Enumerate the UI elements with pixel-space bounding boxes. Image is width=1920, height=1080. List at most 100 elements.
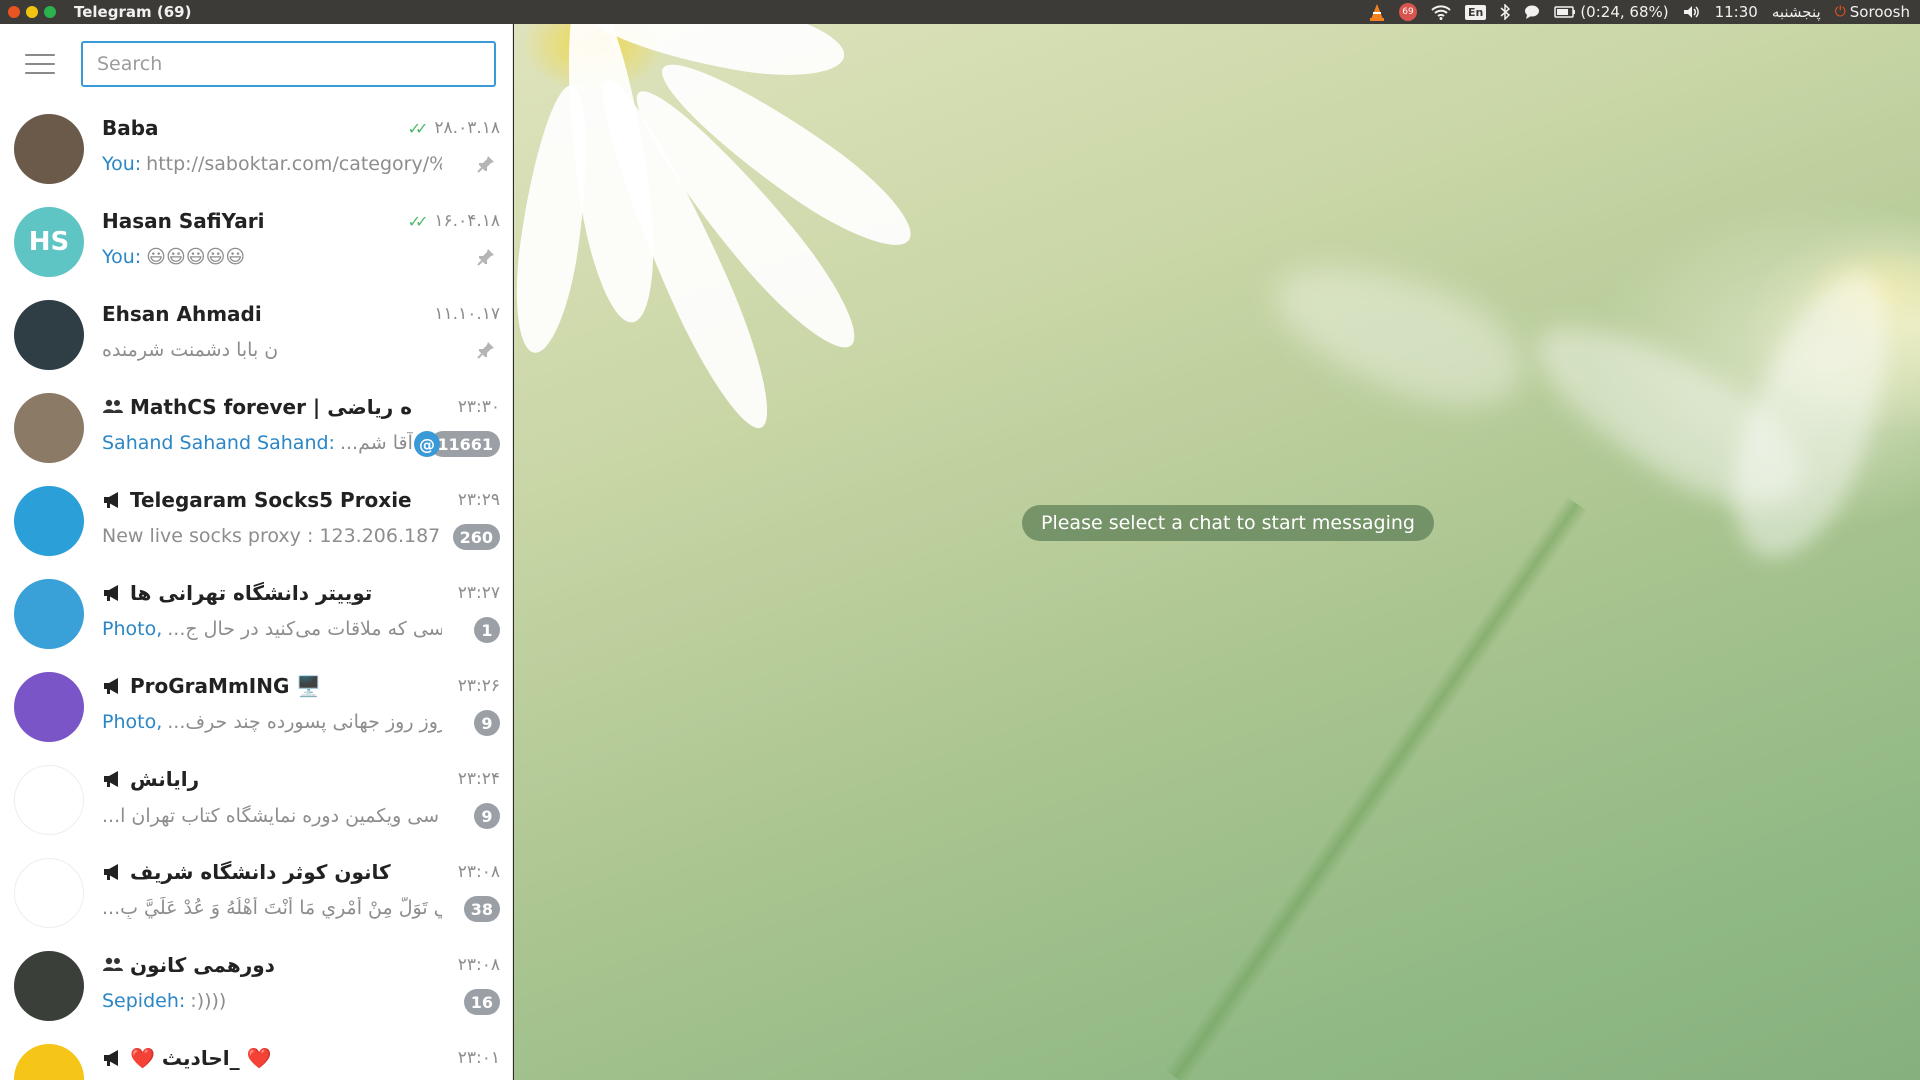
chat-timestamp: ۲۳:۰۸ — [457, 955, 500, 975]
chat-title: توییتر دانشگاه تهرانی ها — [102, 581, 372, 605]
chat-list-item[interactable]: توییتر دانشگاه تهرانی ها ۲۳:۲۷ Photo,هرکسی… — [0, 569, 512, 662]
mention-badge: @ — [414, 431, 440, 457]
avatar[interactable] — [14, 1044, 84, 1080]
chat-list-item[interactable]: Baba ✓✓ ۲۸.۰۳.۱۸ You: http://saboktar.com/ca… — [0, 104, 512, 197]
chat-last-message: ن بابا دشمنت شرمنده — [102, 339, 278, 361]
chat-name: Ehsan Ahmadi — [102, 302, 262, 326]
chat-list-item[interactable]: MathCS forever | دانشکده ریاضی... ۲۳:۳۰ Sa… — [0, 383, 512, 476]
chat-list-item[interactable]: ProGraMmING 🖥️ ۲۳:۲۶ Photo, امروز روز جهانی… — [0, 662, 512, 755]
unread-count-badge: 11661 — [430, 431, 500, 457]
chat-title: ProGraMmING 🖥️ — [102, 674, 321, 698]
chat-time: ✓✓ ۲۸.۰۳.۱۸ — [408, 118, 500, 138]
message-sender: Photo, — [102, 711, 163, 733]
chat-list-item[interactable]: دورهمی کانون ۲۳:۰۸Sepideh::)))) 16 — [0, 941, 512, 1034]
chat-area-background: Please select a chat to start messaging — [514, 24, 1920, 1080]
flower-decoration — [1258, 237, 1540, 431]
telegram-tray-badge[interactable]: 69 — [1398, 3, 1417, 21]
message-preview: New live socks proxy : 123.206.187.2... — [102, 525, 442, 547]
chat-time: ۲۳:۳۰ — [458, 397, 500, 417]
message-sender: You: — [102, 153, 142, 175]
chat-last-message: Sepideh::)))) — [102, 990, 226, 1012]
chat-timestamp: ۲۳:۲۹ — [457, 490, 500, 510]
close-window-button[interactable] — [8, 6, 20, 18]
vlc-icon[interactable] — [1369, 3, 1385, 21]
group-icon — [102, 956, 124, 974]
chat-time: ۲۳:۰۸ — [458, 862, 500, 882]
chat-timestamp: ۲۳:۲۷ — [457, 583, 500, 603]
chat-title: دورهمی کانون — [102, 953, 275, 977]
maximize-window-button[interactable] — [44, 6, 56, 18]
chat-list-item[interactable]: کانون کوثر دانشگاه شریف ۲۳:۰۸ إلَهِي تَوَل… — [0, 848, 512, 941]
avatar[interactable] — [14, 393, 84, 463]
chat-last-message: Sahand Sahand Sahand: آقا شم... — [102, 432, 413, 454]
group-icon — [102, 398, 124, 416]
unread-count-badge: 16 — [463, 989, 500, 1015]
chat-title: کانون کوثر دانشگاه شریف — [102, 860, 391, 884]
chat-timestamp: ۱۶.۰۴.۱۸ — [434, 211, 500, 231]
bluetooth-icon[interactable] — [1500, 3, 1511, 21]
chat-list-item[interactable]: Telegaram Socks5 Proxies ۲۳:۲۹ New live so… — [0, 476, 512, 569]
message-preview: امروز روز جهانی پسورده چند حرف... — [167, 711, 442, 733]
minimize-window-button[interactable] — [26, 6, 38, 18]
chat-title: Baba — [102, 116, 159, 140]
window-title: Telegram (69) — [74, 3, 192, 21]
avatar[interactable] — [14, 951, 84, 1021]
chat-time: ۲۳:۰۸ — [458, 955, 500, 975]
chat-time: ۲۳:۲۹ — [458, 490, 500, 510]
chat-name: دورهمی کانون — [130, 953, 275, 977]
chat-list-item[interactable]: HS Hasan SafiYari ✓✓ ۱۶.۰۴.۱۸ You: 😃😃😃😃😃 — [0, 197, 512, 290]
volume-icon[interactable] — [1683, 3, 1701, 21]
chat-timestamp: ۲۳:۰۱ — [457, 1048, 500, 1068]
battery-icon[interactable] — [1554, 3, 1576, 21]
avatar-initials: HS — [28, 227, 70, 257]
message-preview: هرکسی که ملاقات می‌کنید در حال ج... — [167, 618, 442, 640]
pin-icon — [476, 340, 496, 360]
avatar[interactable] — [14, 579, 84, 649]
avatar[interactable]: HS — [14, 207, 84, 277]
channel-icon — [102, 1049, 124, 1067]
chat-timestamp: ۲۳:۲۶ — [457, 676, 500, 696]
empty-chat-message: Please select a chat to start messaging — [1022, 505, 1434, 541]
message-sender: Sepideh: — [102, 990, 186, 1012]
flower-stem — [1164, 496, 1588, 1080]
hamburger-menu-icon[interactable] — [25, 54, 55, 74]
chat-list-item[interactable]: Ehsan Ahmadi ۱۱.۱۰.۱۷ ن بابا دشمنت شرمنده — [0, 290, 512, 383]
search-input[interactable] — [81, 41, 496, 87]
avatar[interactable] — [14, 114, 84, 184]
chat-name: Hasan SafiYari — [102, 209, 265, 233]
channel-icon — [102, 584, 124, 602]
avatar[interactable] — [14, 765, 84, 835]
clock[interactable]: 11:30 — [1715, 3, 1758, 21]
avatar[interactable] — [14, 858, 84, 928]
chat-time: ۲۳:۲۷ — [458, 583, 500, 603]
messaging-icon[interactable] — [1524, 3, 1540, 21]
message-preview: إلَهِي تَوَلَّ مِنْ أَمْرِي مَا أَنْتَ أ… — [102, 897, 442, 919]
chat-last-message: 📚 سی ویکمین دوره نمایشگاه کتاب تهران ا..… — [102, 804, 442, 827]
message-preview: آقا شم... — [339, 432, 413, 454]
session-menu[interactable]: ⏻ Soroosh — [1835, 3, 1910, 21]
unread-count-badge: 1 — [474, 617, 500, 643]
message-preview: :)))) — [190, 990, 227, 1012]
chat-list-item[interactable]: ❤️ احادیث_ ❤️ ۲۳:۰۱ — [0, 1034, 512, 1080]
avatar[interactable] — [14, 300, 84, 370]
chat-last-message: Photo,هرکسی که ملاقات می‌کنید در حال ج..… — [102, 618, 442, 640]
chat-timestamp: ۲۳:۰۸ — [457, 862, 500, 882]
chat-name: Baba — [102, 116, 159, 140]
wifi-icon[interactable] — [1431, 3, 1451, 21]
chat-last-message: You:http://saboktar.com/category/%d... — [102, 153, 442, 175]
chat-name: ❤️ احادیث_ ❤️ — [130, 1046, 272, 1070]
keyboard-layout-indicator[interactable]: En — [1464, 4, 1487, 20]
read-check-icon: ✓✓ — [407, 211, 429, 231]
avatar[interactable] — [14, 486, 84, 556]
chat-list-item[interactable]: رایانش ۲۳:۲۴ 📚 سی ویکمین دوره نمایشگاه کتا… — [0, 755, 512, 848]
message-sender: Photo, — [102, 618, 163, 640]
chat-timestamp: ۲۳:۲۴ — [457, 769, 500, 789]
chat-timestamp: ۲۳:۳۰ — [457, 397, 500, 417]
avatar[interactable] — [14, 672, 84, 742]
chat-name: کانون کوثر دانشگاه شریف — [130, 860, 391, 884]
message-preview: 📚 سی ویکمین دوره نمایشگاه کتاب تهران ا..… — [102, 805, 442, 827]
pin-icon — [476, 247, 496, 267]
sidebar-header — [0, 24, 512, 104]
chat-name: ProGraMmING 🖥️ — [130, 674, 322, 698]
chat-last-message: Photo, امروز روز جهانی پسورده چند حرف... — [102, 711, 442, 733]
